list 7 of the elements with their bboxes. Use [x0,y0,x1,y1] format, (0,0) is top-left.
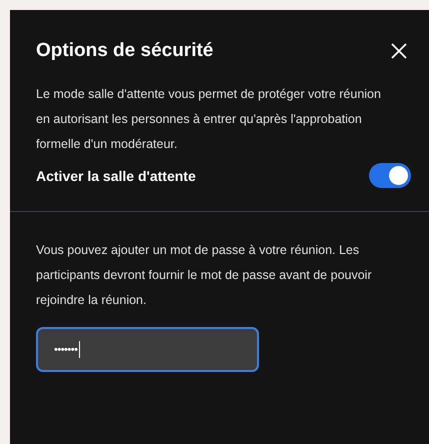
dialog-title: Options de sécurité [36,40,214,62]
password-description: Vous pouvez ajouter un mot de passe à votre réunion. Les participants devront fournir le mot de passe avant de pouvoir rejoindre la réunion. [36,242,373,309]
toggle-label: Activer la salle d'attente [36,168,196,184]
close-button[interactable] [389,41,409,61]
password-field[interactable]: ••••••• [36,327,259,372]
lobby-toggle[interactable] [369,163,411,188]
lobby-description: Le mode salle d'attente vous permet de protéger votre réunion en autorisant les personnes à entrer qu'après l'approbation formelle d'un modérateur. [36,86,381,153]
